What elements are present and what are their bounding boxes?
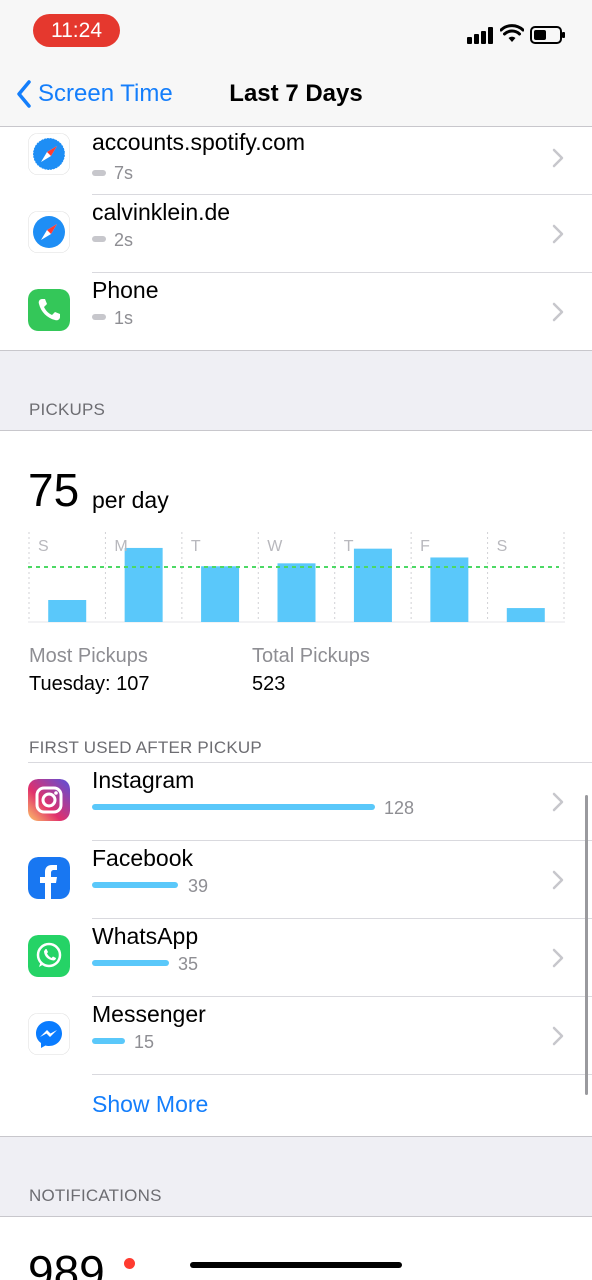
notification-dot-icon [124, 1258, 135, 1269]
chart-day-label: M [114, 538, 127, 555]
usage-value: 7s [114, 163, 134, 183]
home-indicator[interactable] [190, 1262, 402, 1268]
app-name: Messenger [92, 1001, 206, 1027]
chart-bar[interactable] [277, 563, 316, 622]
cellular-signal-icon [467, 26, 495, 44]
wifi-icon [500, 24, 524, 42]
chevron-right-icon [552, 302, 564, 322]
notifications-value: 989 [28, 1246, 105, 1280]
list-item[interactable]: accounts.spotify.com 7s [0, 127, 592, 195]
list-item[interactable]: calvinklein.de 2s [0, 195, 592, 273]
whatsapp-icon [28, 935, 70, 977]
app-name: Phone [92, 277, 159, 303]
usage-bar [92, 314, 106, 320]
pickups-chart[interactable]: SMTWTFS [28, 532, 565, 624]
battery-icon [530, 26, 565, 44]
safari-icon [28, 211, 70, 253]
app-name: WhatsApp [92, 923, 199, 949]
safari-icon [28, 133, 70, 175]
chart-day-label: T [344, 538, 354, 555]
chart-day-label: S [497, 538, 508, 555]
chart-day-label: F [420, 538, 430, 555]
chart-bar[interactable] [48, 600, 87, 622]
chevron-right-icon [552, 870, 564, 890]
app-name: Instagram [92, 767, 195, 793]
divider [92, 1074, 592, 1075]
chevron-right-icon [552, 148, 564, 168]
section-header-notifications: NOTIFICATIONS [29, 1186, 162, 1205]
chevron-right-icon [552, 1026, 564, 1046]
chart-bar[interactable] [124, 547, 163, 622]
list-item[interactable]: Facebook 39 [0, 841, 592, 919]
usage-value: 35 [178, 954, 199, 974]
chart-day-label: W [267, 538, 283, 555]
usage-bar [92, 236, 106, 242]
chevron-right-icon [552, 948, 564, 968]
app-name: calvinklein.de [92, 199, 231, 225]
show-more-button[interactable]: Show More [92, 1091, 208, 1118]
section-header-first-used: FIRST USED AFTER PICKUP [29, 738, 262, 757]
usage-value: 39 [188, 876, 209, 896]
list-item[interactable]: Messenger 15 [0, 997, 592, 1075]
usage-bar [92, 960, 169, 966]
list-item[interactable]: Instagram 128 [0, 763, 592, 841]
messenger-icon [28, 1013, 70, 1055]
total-pickups-value: 523 [252, 673, 286, 695]
app-name: Facebook [92, 845, 194, 871]
list-item[interactable]: WhatsApp 35 [0, 919, 592, 997]
usage-value: 15 [134, 1032, 155, 1052]
status-time[interactable]: 11:24 [33, 14, 120, 47]
instagram-icon [28, 779, 70, 821]
pickups-per-day-value: 75 [28, 464, 80, 516]
status-bar: 11:24 [0, 0, 592, 60]
usage-value: 1s [114, 308, 134, 328]
section-header-pickups: PICKUPS [29, 400, 106, 419]
total-pickups-label: Total Pickups [252, 645, 370, 667]
phone-icon [28, 289, 70, 331]
first-used-list: Instagram 128 Facebook 39 WhatsApp 35 Me… [0, 763, 592, 1075]
chart-bar[interactable] [201, 566, 240, 622]
page-title: Last 7 Days [229, 80, 363, 107]
usage-bar [92, 804, 375, 810]
usage-bar [92, 882, 178, 888]
chart-day-label: T [191, 538, 201, 555]
chart-bar[interactable] [353, 548, 392, 622]
most-pickups-label: Most Pickups [29, 645, 148, 667]
most-used-list: accounts.spotify.com 7s calvinklein.de 2… [0, 127, 592, 351]
chart-bar[interactable] [506, 608, 545, 622]
app-name: accounts.spotify.com [92, 129, 306, 155]
usage-value: 2s [114, 230, 134, 250]
usage-bar [92, 1038, 125, 1044]
list-item[interactable]: Phone 1s [0, 273, 592, 351]
chart-day-label: S [38, 538, 49, 555]
chevron-right-icon [552, 792, 564, 812]
most-pickups-value: Tuesday: 107 [29, 673, 150, 695]
chevron-right-icon [552, 224, 564, 244]
navigation-bar: Screen Time Last 7 Days [0, 60, 592, 127]
facebook-icon [28, 857, 70, 899]
pickups-per-day-label: per day [92, 487, 169, 513]
scroll-indicator[interactable] [585, 795, 588, 1095]
usage-bar [92, 170, 106, 176]
usage-value: 128 [384, 798, 415, 818]
